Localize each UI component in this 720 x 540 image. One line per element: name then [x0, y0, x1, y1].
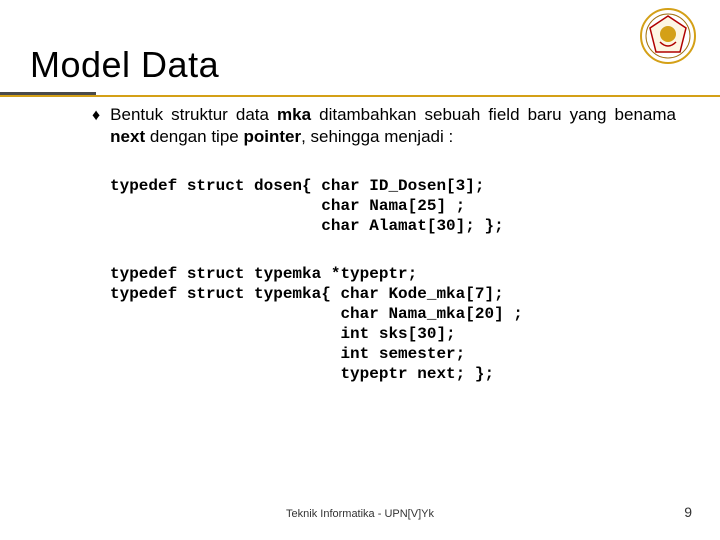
t4: dengan tipe [145, 127, 243, 146]
t3: next [110, 127, 145, 146]
code1: typedef struct dosen{ char ID_Dosen[3]; … [110, 177, 504, 235]
t0: Bentuk struktur data [110, 105, 277, 124]
code-block-typemka: typedef struct typemka *typeptr; typedef… [110, 264, 676, 384]
code-block-dosen: typedef struct dosen{ char ID_Dosen[3]; … [110, 176, 676, 236]
t1: mka [277, 105, 311, 124]
content-area: ♦ Bentuk struktur data mka ditambahkan s… [92, 104, 676, 384]
t2: ditambahkan sebuah field baru yang benam… [311, 105, 676, 124]
page-number: 9 [684, 504, 692, 520]
t5: pointer [243, 127, 301, 146]
t6: , sehingga menjadi : [301, 127, 453, 146]
bullet-text: Bentuk struktur data mka ditambahkan seb… [110, 104, 676, 148]
title-underline [0, 92, 720, 98]
footer-text: Teknik Informatika - UPN[V]Yk [0, 508, 720, 520]
bullet-item: ♦ Bentuk struktur data mka ditambahkan s… [92, 104, 676, 148]
page-title: Model Data [30, 44, 219, 86]
code2: typedef struct typemka *typeptr; typedef… [110, 265, 523, 383]
slide: Model Data ♦ Bentuk struktur data mka di… [0, 0, 720, 540]
university-logo [640, 8, 696, 64]
bullet-marker: ♦ [92, 105, 100, 127]
